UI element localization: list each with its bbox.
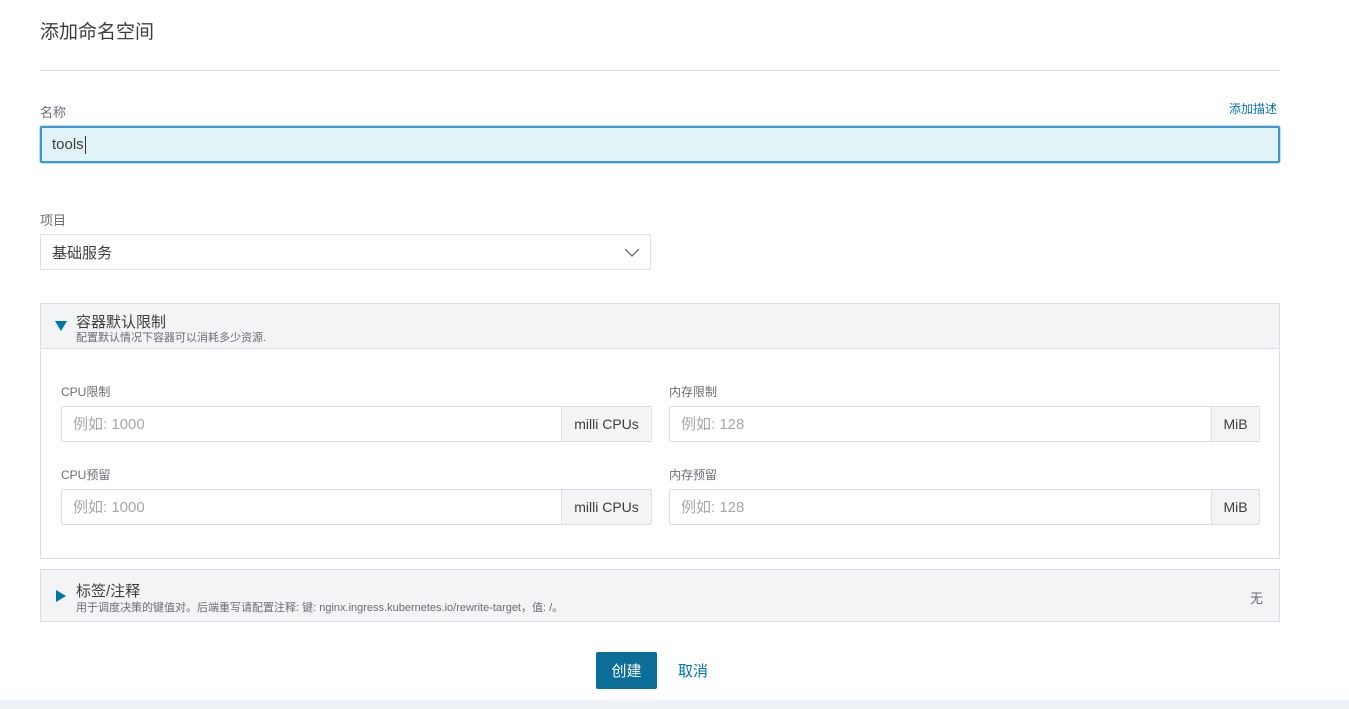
- memory-limit-group: MiB: [669, 406, 1260, 442]
- title-divider: [40, 70, 1280, 71]
- labels-annotations-panel: 标签/注释 用于调度决策的键值对。后端重写请配置注释: 键: nginx.ing…: [40, 569, 1280, 622]
- page-title: 添加命名空间: [40, 22, 155, 43]
- triangle-right-icon: [56, 590, 66, 602]
- labels-annotations-header[interactable]: 标签/注释 用于调度决策的键值对。后端重写请配置注释: 键: nginx.ing…: [41, 570, 1279, 621]
- cpu-reservation-label: CPU预留: [61, 468, 111, 482]
- name-input-value: tools: [52, 136, 84, 153]
- memory-limit-label: 内存限制: [669, 385, 718, 399]
- cpu-limit-unit: milli CPUs: [561, 407, 651, 441]
- project-label: 项目: [40, 213, 67, 228]
- cpu-limit-label: CPU限制: [61, 385, 111, 399]
- project-selected-value: 基础服务: [52, 244, 113, 262]
- container-limits-description: 配置默认情况下容器可以消耗多少资源.: [76, 332, 267, 344]
- labels-annotations-value: 无: [1249, 591, 1263, 606]
- create-button[interactable]: 创建: [596, 652, 657, 689]
- memory-reservation-label: 内存预留: [669, 468, 718, 482]
- memory-limit-input[interactable]: [670, 407, 1211, 441]
- memory-reservation-unit: MiB: [1211, 490, 1259, 524]
- name-label: 名称: [40, 105, 67, 120]
- project-select[interactable]: 基础服务: [40, 234, 651, 270]
- chevron-down-icon: [624, 248, 640, 257]
- add-description-link[interactable]: 添加描述: [1229, 100, 1277, 117]
- triangle-down-icon: [55, 321, 67, 331]
- memory-reservation-input[interactable]: [670, 490, 1211, 524]
- labels-annotations-description: 用于调度决策的键值对。后端重写请配置注释: 键: nginx.ingress.k…: [76, 602, 564, 614]
- add-namespace-page: 添加命名空间 名称 添加描述 tools 项目 基础服务 容器默认限制 配置默认…: [0, 0, 1349, 709]
- memory-limit-unit: MiB: [1211, 407, 1259, 441]
- text-caret: [84, 135, 86, 154]
- container-limits-header[interactable]: 容器默认限制 配置默认情况下容器可以消耗多少资源.: [41, 304, 1279, 349]
- container-limits-panel: 容器默认限制 配置默认情况下容器可以消耗多少资源. CPU限制 milli CP…: [40, 303, 1280, 559]
- labels-annotations-title: 标签/注释: [76, 583, 141, 600]
- cpu-reservation-group: milli CPUs: [61, 489, 652, 525]
- cpu-limit-group: milli CPUs: [61, 406, 652, 442]
- memory-reservation-group: MiB: [669, 489, 1260, 525]
- name-input[interactable]: tools: [40, 126, 1280, 163]
- footer-bar: [0, 700, 1349, 709]
- cpu-reservation-input[interactable]: [62, 490, 561, 524]
- cpu-limit-input[interactable]: [62, 407, 561, 441]
- cpu-reservation-unit: milli CPUs: [561, 490, 651, 524]
- cancel-button[interactable]: 取消: [678, 660, 708, 681]
